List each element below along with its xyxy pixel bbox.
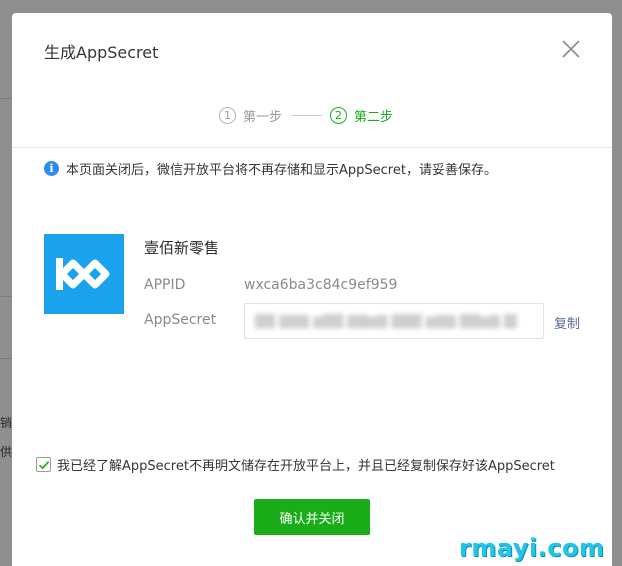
copy-appsecret-link[interactable]: 复制 — [554, 313, 580, 332]
appid-value: wxca6ba3c84c9ef959 — [244, 277, 398, 293]
dialog-title: 生成AppSecret — [44, 43, 159, 62]
confirm-text: 我已经了解AppSecret不再明文储存在开放平台上，并且已经复制保存好该App… — [57, 459, 555, 474]
info-icon: i — [44, 161, 59, 176]
confirm-close-button[interactable]: 确认并关闭 — [254, 499, 370, 535]
generate-appsecret-dialog: 生成AppSecret 1 第一步 2 第二步 i 本页面关闭后，微信开放平台将… — [12, 13, 612, 566]
close-icon — [562, 40, 580, 58]
step-two: 2 第二步 — [330, 106, 393, 125]
close-button[interactable] — [559, 37, 583, 61]
appsecret-masked-value: ██ ▇▇▇ ▆██ ▇▇▆▇ ███ ▆▇▇ ██▆▇ ███ ▇▆ ███ — [255, 313, 517, 329]
app-logo-icon — [56, 258, 110, 290]
confirm-checkbox[interactable] — [36, 457, 51, 472]
header-divider — [12, 147, 612, 148]
app-name: 壹佰新零售 — [144, 239, 220, 257]
notice-bar: i 本页面关闭后，微信开放平台将不再存储和显示AppSecret，请妥善保存。 — [44, 159, 497, 178]
step-one-label: 第一步 — [243, 109, 283, 125]
step-one-number: 1 — [219, 106, 236, 124]
notice-text: 本页面关闭后，微信开放平台将不再存储和显示AppSecret，请妥善保存。 — [66, 163, 497, 178]
step-connector — [292, 114, 323, 116]
step-one: 1 第一步 — [219, 106, 282, 125]
step-indicator: 1 第一步 2 第二步 — [219, 105, 393, 125]
confirm-row: 我已经了解AppSecret不再明文储存在开放平台上，并且已经复制保存好该App… — [36, 455, 555, 474]
check-icon — [38, 460, 49, 469]
appsecret-field[interactable]: ██ ▇▇▇ ▆██ ▇▇▆▇ ███ ▆▇▇ ██▆▇ ███ ▇▆ ███ — [244, 303, 544, 339]
step-two-label: 第二步 — [354, 109, 394, 125]
app-logo — [44, 234, 124, 314]
watermark-logo: rmayi.com — [459, 534, 605, 562]
appid-label: APPID — [144, 277, 186, 293]
step-two-number: 2 — [330, 106, 348, 124]
appsecret-label: AppSecret — [144, 312, 217, 328]
